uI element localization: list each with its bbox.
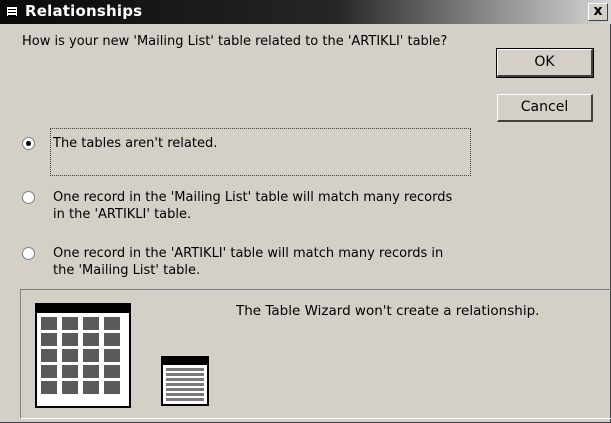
radio-option-not-related[interactable]: The tables aren't related. xyxy=(22,135,462,153)
radio-label: The tables aren't related. xyxy=(53,136,218,151)
title-bar[interactable]: Relationships x xyxy=(0,0,611,24)
radio-button[interactable] xyxy=(22,247,35,260)
radio-label-line-1: One record in the 'ARTIKLI' table will m… xyxy=(53,246,444,261)
relationships-dialog: Relationships x How is your new 'Mailing… xyxy=(0,0,611,423)
radio-option-artikli-to-mailing-list[interactable]: One record in the 'ARTIKLI' table will m… xyxy=(22,245,472,281)
radio-label-line-2: in the 'ARTIKLI' table. xyxy=(53,207,192,222)
question-text: How is your new 'Mailing List' table rel… xyxy=(22,34,448,49)
ok-button[interactable]: OK xyxy=(496,48,594,78)
relationship-description: The Table Wizard won't create a relation… xyxy=(236,303,540,319)
radio-option-mailing-list-to-artikli[interactable]: One record in the 'Mailing List' table w… xyxy=(22,189,472,225)
radio-label-line-2: the 'Mailing List' table. xyxy=(53,263,201,278)
cancel-button[interactable]: Cancel xyxy=(497,94,593,122)
radio-button[interactable] xyxy=(22,137,35,150)
table-grid-icon xyxy=(35,303,131,408)
table-icon xyxy=(6,6,18,17)
window-title: Relationships xyxy=(25,2,143,20)
close-button[interactable]: x xyxy=(588,3,608,21)
table-list-icon xyxy=(161,356,209,406)
radio-label-line-1: One record in the 'Mailing List' table w… xyxy=(53,190,453,205)
radio-button[interactable] xyxy=(22,191,35,204)
